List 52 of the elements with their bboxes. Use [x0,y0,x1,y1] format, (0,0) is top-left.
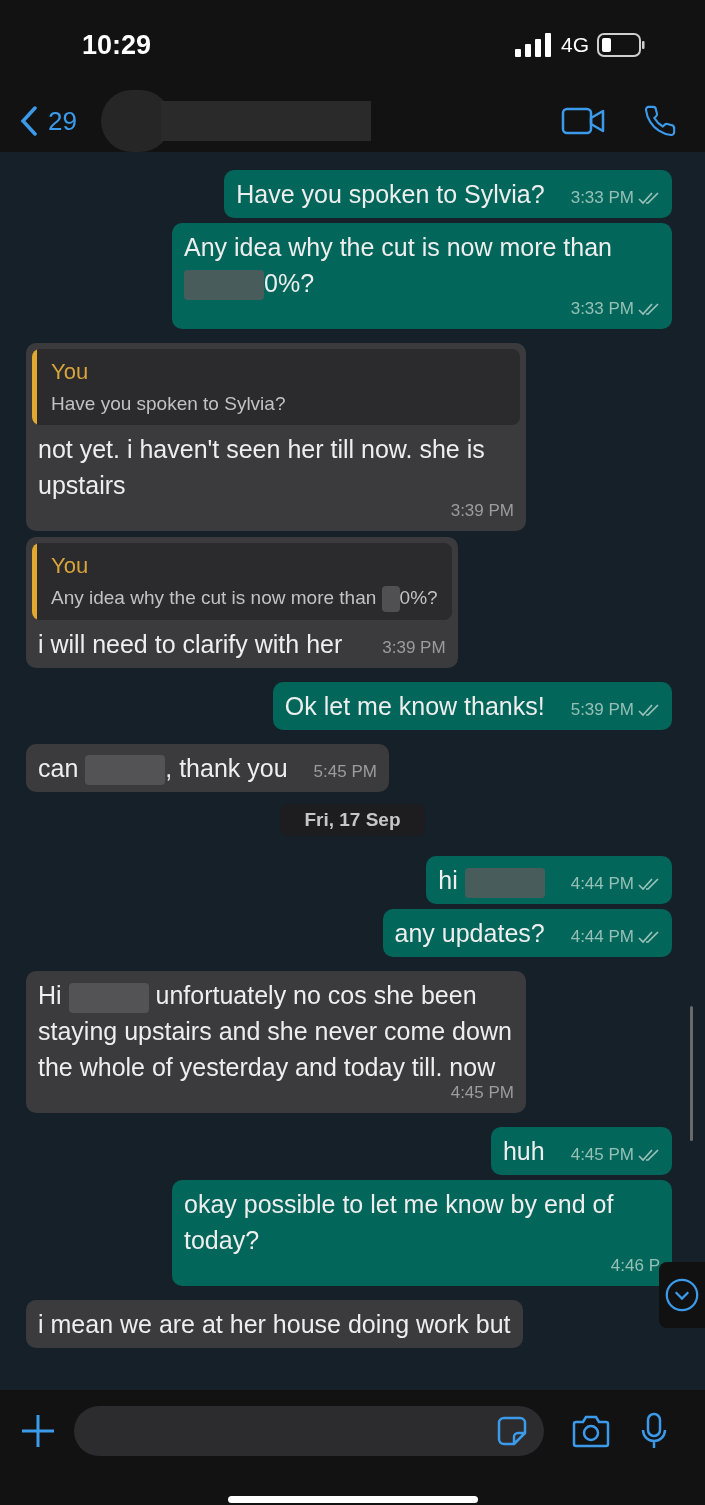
message-text: not yet. i haven't seen her till now. she is upstairs [38,434,486,501]
message-time: 3:33 PM [570,187,634,209]
message-time: 5:39 PM [570,699,634,721]
message-text: Any idea why the cut is now more than 0%? [184,229,660,301]
message-text: Hi unfortuately no cos she been staying upstairs and she never come down the whole of yesterday and today till. now [38,980,513,1084]
phone-call-icon[interactable] [643,104,677,138]
double-check-icon [638,302,660,316]
microphone-icon[interactable] [640,1412,668,1450]
quoted-reply[interactable]: You Any idea why the cut is now more than 0%? [32,543,452,620]
network-label: 4G [561,32,589,59]
video-call-icon[interactable] [561,107,605,135]
quote-author: You [51,358,90,386]
scroll-down-button[interactable] [659,1262,705,1328]
double-check-icon [638,1148,660,1163]
double-check-icon [638,703,660,717]
message-text: hi [438,862,545,899]
message-time: 4:46 P [610,1255,660,1278]
quote-author: You [51,552,90,580]
back-chevron-icon [20,106,38,136]
message-text: any updates? [394,918,545,950]
date-separator: Fri, 17 Sep [280,804,425,837]
message-time: 4:45 PM [570,1144,634,1167]
message-time: 4:44 PM [570,926,634,949]
message-time: 4:45 PM [450,1082,514,1105]
camera-icon[interactable] [572,1414,610,1448]
message-text: Have you spoken to Sylvia? [236,179,545,210]
status-time: 10:29 [82,28,152,62]
message-text: i will need to clarify with her [38,629,343,660]
message-input-field[interactable] [74,1406,544,1456]
message-time: 3:39 PM [450,500,514,522]
double-check-icon [638,191,660,205]
message-time: 4:44 PM [570,873,634,896]
double-check-icon [638,877,660,892]
quote-text: Any idea why the cut is now more than 0%? [51,585,438,612]
sticker-icon[interactable] [496,1415,528,1447]
message-time: 3:33 PM [570,298,634,320]
double-check-icon [638,930,660,945]
message-time: 3:39 PM [382,637,446,659]
quote-text: Have you spoken to Sylvia? [51,392,286,416]
battery-icon [597,33,645,57]
message-text: i mean we are at her house doing work but [38,1309,511,1341]
message-text: can , thank you [38,750,288,786]
message-text: huh [502,1136,545,1168]
chevron-down-circle-icon [665,1278,699,1312]
quoted-reply[interactable]: You Have you spoken to Sylvia? [32,349,520,425]
message-text: Ok let me know thanks! [284,691,545,722]
message-text: okay possible to let me know by end of today? [184,1189,615,1257]
plus-icon[interactable] [20,1413,56,1449]
message-time: 5:45 PM [313,761,377,783]
back-button[interactable]: 29 [20,101,77,141]
signal-icon [515,33,553,57]
redaction-blur [381,586,400,612]
